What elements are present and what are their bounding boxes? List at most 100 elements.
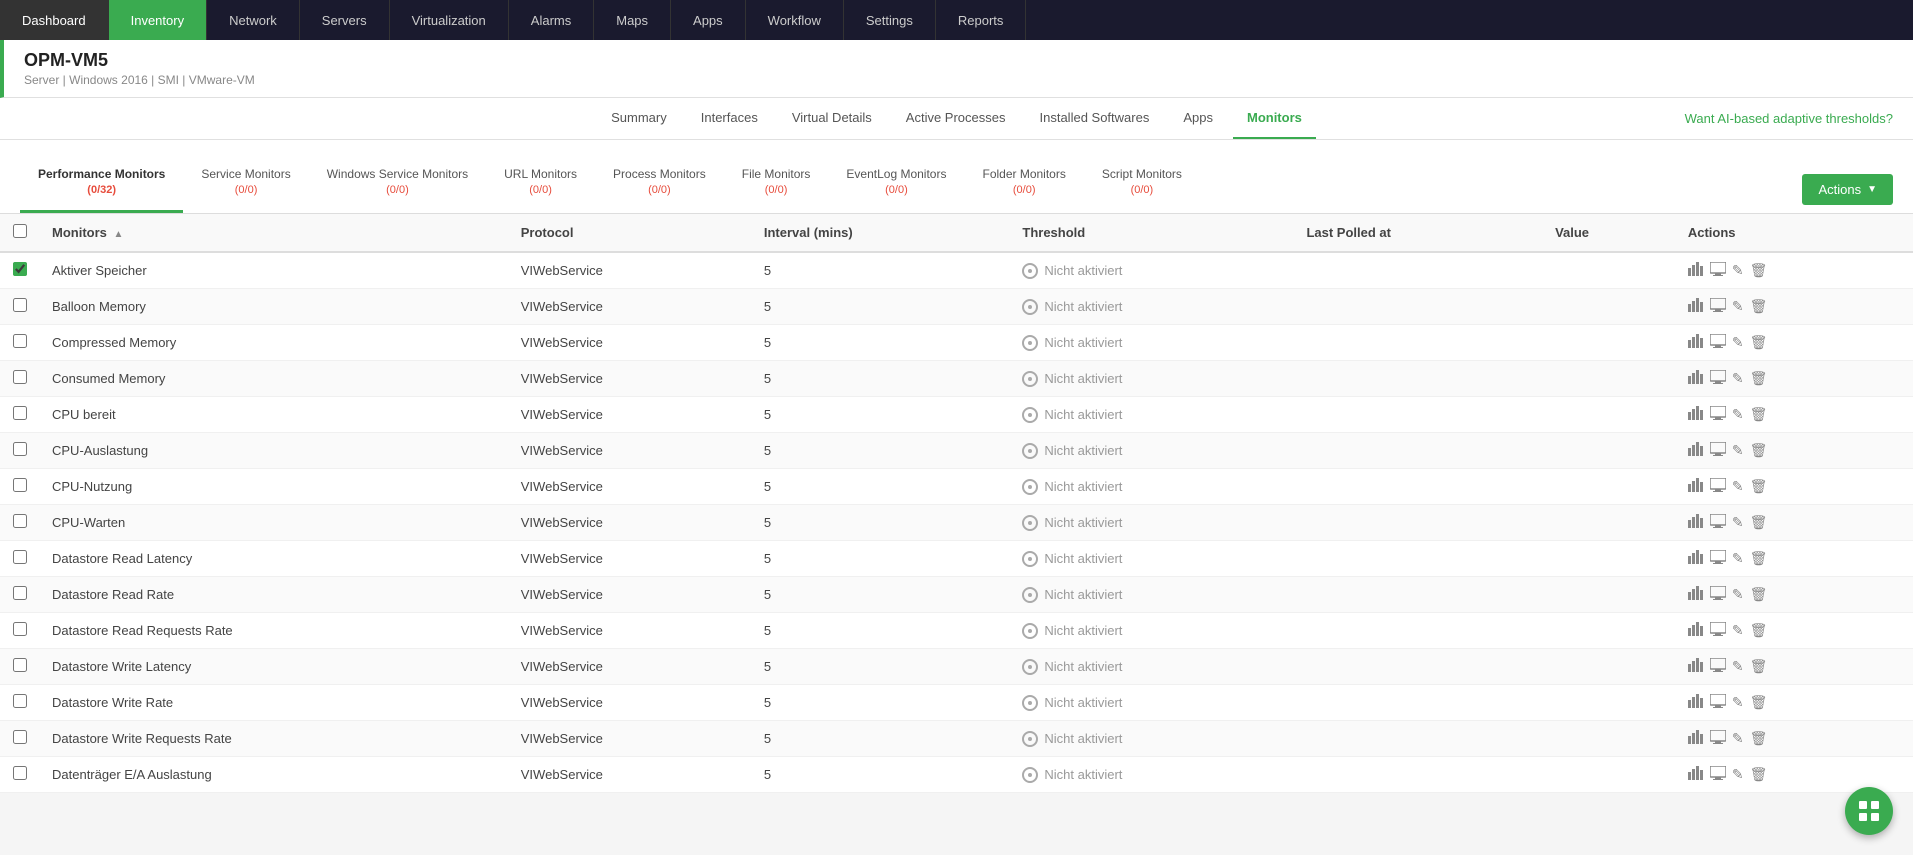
delete-icon[interactable]: 🗑	[1750, 586, 1768, 603]
tab-installed-softwares[interactable]: Installed Softwares	[1026, 98, 1164, 139]
delete-icon[interactable]: 🗑	[1750, 694, 1768, 711]
tab-active-processes[interactable]: Active Processes	[892, 98, 1020, 139]
edit-icon[interactable]: ✎	[1732, 514, 1744, 531]
edit-icon[interactable]: ✎	[1732, 478, 1744, 495]
delete-icon[interactable]: 🗑	[1750, 334, 1768, 351]
row-checkbox[interactable]	[13, 334, 27, 348]
delete-icon[interactable]: 🗑	[1750, 514, 1768, 531]
tab-eventlog-monitors[interactable]: EventLog Monitors (0/0)	[828, 156, 964, 213]
row-checkbox[interactable]	[13, 694, 27, 708]
row-checkbox[interactable]	[13, 406, 27, 420]
nav-reports[interactable]: Reports	[936, 0, 1027, 40]
edit-icon[interactable]: ✎	[1732, 334, 1744, 351]
chart-icon[interactable]	[1688, 478, 1704, 495]
row-checkbox[interactable]	[13, 586, 27, 600]
nav-maps[interactable]: Maps	[594, 0, 671, 40]
row-checkbox[interactable]	[13, 262, 27, 276]
chart-icon[interactable]	[1688, 550, 1704, 567]
select-all-checkbox[interactable]	[13, 224, 27, 238]
chart-icon[interactable]	[1688, 514, 1704, 531]
monitor-icon[interactable]	[1710, 730, 1726, 747]
monitor-icon[interactable]	[1710, 298, 1726, 315]
chart-icon[interactable]	[1688, 370, 1704, 387]
edit-icon[interactable]: ✎	[1732, 766, 1744, 783]
fab-button[interactable]	[1845, 787, 1893, 835]
ai-link[interactable]: Want AI-based adaptive thresholds?	[1685, 111, 1893, 126]
chart-icon[interactable]	[1688, 262, 1704, 279]
edit-icon[interactable]: ✎	[1732, 694, 1744, 711]
tab-virtual-details[interactable]: Virtual Details	[778, 98, 886, 139]
monitor-icon[interactable]	[1710, 442, 1726, 459]
row-checkbox[interactable]	[13, 550, 27, 564]
tab-summary[interactable]: Summary	[597, 98, 681, 139]
monitor-icon[interactable]	[1710, 766, 1726, 783]
chart-icon[interactable]	[1688, 298, 1704, 315]
monitor-icon[interactable]	[1710, 550, 1726, 567]
monitor-icon[interactable]	[1710, 622, 1726, 639]
delete-icon[interactable]: 🗑	[1750, 658, 1768, 675]
tab-script-monitors[interactable]: Script Monitors (0/0)	[1084, 156, 1200, 213]
edit-icon[interactable]: ✎	[1732, 586, 1744, 603]
row-checkbox[interactable]	[13, 298, 27, 312]
delete-icon[interactable]: 🗑	[1750, 550, 1768, 567]
tab-windows-service-monitors[interactable]: Windows Service Monitors (0/0)	[309, 156, 486, 213]
delete-icon[interactable]: 🗑	[1750, 406, 1768, 423]
nav-apps[interactable]: Apps	[671, 0, 746, 40]
tab-service-monitors[interactable]: Service Monitors (0/0)	[183, 156, 308, 213]
tab-process-monitors[interactable]: Process Monitors (0/0)	[595, 156, 724, 213]
row-checkbox[interactable]	[13, 514, 27, 528]
nav-alarms[interactable]: Alarms	[509, 0, 594, 40]
chart-icon[interactable]	[1688, 334, 1704, 351]
chart-icon[interactable]	[1688, 406, 1704, 423]
delete-icon[interactable]: 🗑	[1750, 478, 1768, 495]
monitor-icon[interactable]	[1710, 406, 1726, 423]
nav-inventory[interactable]: Inventory	[109, 0, 207, 40]
delete-icon[interactable]: 🗑	[1750, 730, 1768, 747]
monitor-icon[interactable]	[1710, 370, 1726, 387]
tab-folder-monitors[interactable]: Folder Monitors (0/0)	[964, 156, 1083, 213]
row-checkbox[interactable]	[13, 370, 27, 384]
edit-icon[interactable]: ✎	[1732, 406, 1744, 423]
chart-icon[interactable]	[1688, 586, 1704, 603]
monitor-icon[interactable]	[1710, 694, 1726, 711]
monitor-icon[interactable]	[1710, 586, 1726, 603]
tab-apps[interactable]: Apps	[1169, 98, 1227, 139]
tab-interfaces[interactable]: Interfaces	[687, 98, 772, 139]
tab-file-monitors[interactable]: File Monitors (0/0)	[724, 156, 829, 213]
monitor-icon[interactable]	[1710, 514, 1726, 531]
chart-icon[interactable]	[1688, 658, 1704, 675]
monitor-icon[interactable]	[1710, 262, 1726, 279]
edit-icon[interactable]: ✎	[1732, 658, 1744, 675]
edit-icon[interactable]: ✎	[1732, 442, 1744, 459]
tab-url-monitors[interactable]: URL Monitors (0/0)	[486, 156, 595, 213]
row-checkbox[interactable]	[13, 730, 27, 744]
edit-icon[interactable]: ✎	[1732, 622, 1744, 639]
nav-dashboard[interactable]: Dashboard	[0, 0, 109, 40]
row-checkbox[interactable]	[13, 478, 27, 492]
nav-settings[interactable]: Settings	[844, 0, 936, 40]
delete-icon[interactable]: 🗑	[1750, 766, 1768, 783]
edit-icon[interactable]: ✎	[1732, 730, 1744, 747]
edit-icon[interactable]: ✎	[1732, 370, 1744, 387]
actions-button[interactable]: Actions ▼	[1802, 174, 1893, 205]
chart-icon[interactable]	[1688, 622, 1704, 639]
edit-icon[interactable]: ✎	[1732, 262, 1744, 279]
row-checkbox[interactable]	[13, 442, 27, 456]
nav-servers[interactable]: Servers	[300, 0, 390, 40]
tab-performance-monitors[interactable]: Performance Monitors (0/32)	[20, 156, 183, 213]
monitor-icon[interactable]	[1710, 334, 1726, 351]
row-checkbox[interactable]	[13, 658, 27, 672]
delete-icon[interactable]: 🗑	[1750, 262, 1768, 279]
chart-icon[interactable]	[1688, 442, 1704, 459]
delete-icon[interactable]: 🗑	[1750, 442, 1768, 459]
chart-icon[interactable]	[1688, 730, 1704, 747]
row-checkbox[interactable]	[13, 766, 27, 780]
chart-icon[interactable]	[1688, 694, 1704, 711]
delete-icon[interactable]: 🗑	[1750, 298, 1768, 315]
edit-icon[interactable]: ✎	[1732, 298, 1744, 315]
tab-monitors[interactable]: Monitors	[1233, 98, 1316, 139]
edit-icon[interactable]: ✎	[1732, 550, 1744, 567]
chart-icon[interactable]	[1688, 766, 1704, 783]
monitor-icon[interactable]	[1710, 658, 1726, 675]
monitor-icon[interactable]	[1710, 478, 1726, 495]
